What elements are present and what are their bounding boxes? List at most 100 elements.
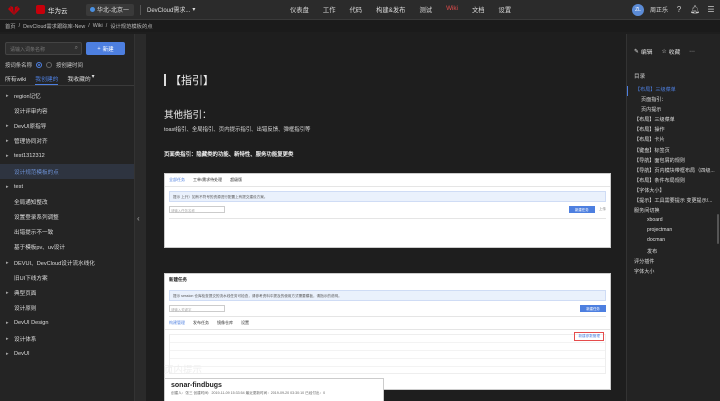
chevron-right-icon[interactable]: ▸ xyxy=(6,93,11,99)
sidebar-item[interactable]: ▸ DevUI xyxy=(0,346,134,361)
sidebar-item[interactable]: ▸ 设计体系 xyxy=(0,331,134,346)
toc-item[interactable]: 评分插件 xyxy=(627,258,720,268)
menu-icon[interactable]: ☰ xyxy=(706,5,716,15)
brand[interactable]: 华为云 xyxy=(36,5,86,15)
chevron-right-icon[interactable]: ▸ xyxy=(6,138,11,144)
sidebar-item[interactable]: ▸ 典型页面 xyxy=(0,285,134,300)
sidebar-item[interactable]: ▸ DevUI原指导 xyxy=(0,118,134,133)
sort-by-name-radio[interactable] xyxy=(35,62,42,68)
sidebar-splitter[interactable]: ‹ xyxy=(134,34,146,401)
search-placeholder: 请输入词条名称 xyxy=(10,47,46,53)
edit-label: 编辑 xyxy=(640,50,653,56)
sidebar-item[interactable]: ▸ test1312312 xyxy=(0,149,134,164)
nav-item[interactable]: 文档 xyxy=(465,5,492,14)
sidebar-item[interactable]: ▸ region记忆 xyxy=(0,88,134,103)
chevron-right-icon[interactable]: ▸ xyxy=(6,336,11,342)
toc-item[interactable]: 字体大小 xyxy=(627,268,720,278)
toc-item[interactable]: 【导航】面包屑的规则 xyxy=(627,157,720,167)
breadcrumb-separator: / xyxy=(105,23,108,29)
edit-button[interactable]: ✎ 编辑 xyxy=(634,47,653,57)
sidebar-item[interactable]: 设计评审内容 xyxy=(0,103,134,118)
toc-item[interactable]: 页内提示 xyxy=(627,106,720,116)
sidebar-tab[interactable]: 我创建的 xyxy=(35,74,59,85)
chevron-right-icon[interactable]: ▸ xyxy=(6,184,11,190)
nav-item[interactable]: 设置 xyxy=(492,5,519,14)
sidebar-item[interactable]: ▸ test xyxy=(0,179,134,194)
sidebar-item[interactable]: ▸ DEVUI、DevCloud设计流水线化 xyxy=(0,255,134,270)
toc-item[interactable]: docman xyxy=(627,237,720,247)
search-input[interactable]: 请输入词条名称 ⌕ xyxy=(5,42,82,55)
sidebar-item-label: 典型页面 xyxy=(14,291,37,298)
toc-item[interactable]: 【布局】卡片 xyxy=(627,136,720,146)
scrollbar[interactable] xyxy=(717,214,719,244)
breadcrumb-item[interactable]: 首页 xyxy=(5,22,16,30)
chevron-right-icon[interactable]: ▸ xyxy=(6,260,11,266)
sidebar-item-label: 设计原则 xyxy=(14,306,37,313)
sidebar-tab[interactable]: 所有wiki xyxy=(5,74,26,85)
sidebar-item[interactable]: ▸ 管理协同对齐 xyxy=(0,134,134,149)
breadcrumb-item[interactable]: Wiki xyxy=(93,23,103,29)
nav-item[interactable]: Wiki xyxy=(439,5,465,14)
avatar[interactable]: ZL xyxy=(631,3,644,16)
chevron-down-icon: ▾ xyxy=(192,7,196,13)
sidebar-item[interactable]: 全局通知整改 xyxy=(0,194,134,209)
toc-item[interactable]: 【布局】条件布局规则 xyxy=(627,177,720,187)
toc-item[interactable]: xboard xyxy=(627,217,720,227)
sidebar-item-label: 设计评审内容 xyxy=(14,108,48,115)
favorite-button[interactable]: ☆ 收藏 xyxy=(661,47,680,57)
sidebar-item[interactable]: 设计原则 xyxy=(0,301,134,316)
chevron-right-icon[interactable]: ▸ xyxy=(6,153,11,159)
sidebar-tab[interactable]: 我收藏的 xyxy=(67,74,90,85)
huawei-logo[interactable] xyxy=(4,4,36,16)
nav-item[interactable]: 测试 xyxy=(412,5,439,14)
nav-item[interactable]: 代码 xyxy=(342,5,369,14)
nav-item[interactable]: 工作 xyxy=(316,5,343,14)
toc-item[interactable]: 【导航】页内模块带框布局（四级... xyxy=(627,167,720,177)
toc-item[interactable]: 【布局】三级菜单 xyxy=(627,116,720,126)
chevron-right-icon[interactable]: ▸ xyxy=(6,351,11,357)
example-info-bar: 提示 session 仓库检查提交的流水线任务可检查，请参考资料中提及的使用方式… xyxy=(169,290,606,301)
breadcrumb-item[interactable]: DevCloud需求跟踪库-New xyxy=(23,22,85,30)
toc-item[interactable]: 【键盘】标签页 xyxy=(627,147,720,157)
toc-item[interactable]: 【布局】三级菜单 xyxy=(627,86,720,97)
toc-item[interactable]: projectman xyxy=(627,227,720,237)
plus-icon: + xyxy=(97,45,101,52)
search-icon[interactable]: ⌕ xyxy=(75,45,78,52)
sidebar-item[interactable]: ▸ DevUI Design xyxy=(0,316,134,331)
toc-item[interactable]: 服务间切换 xyxy=(627,207,720,217)
toc-title: 目录 xyxy=(634,74,646,80)
sidebar-item[interactable]: 旧UI下线方案 xyxy=(0,270,134,285)
sidebar-item[interactable]: 基于模板pv、uv设计 xyxy=(0,240,134,255)
region-selector[interactable]: 华北-北京一 xyxy=(86,3,134,16)
bell-icon[interactable]: 🔔︎ xyxy=(690,5,700,15)
star-icon: ☆ xyxy=(661,48,667,55)
toc-item[interactable]: 【布局】操作 xyxy=(627,126,720,136)
nav-item[interactable]: 构建&发布 xyxy=(369,5,412,14)
sidebar-item[interactable]: 设计规范模板的点 xyxy=(0,163,134,180)
sidebar-item[interactable]: 出错提示不一致 xyxy=(0,225,134,240)
new-button[interactable]: + 新建 xyxy=(86,42,125,55)
sidebar-item[interactable]: 设置登录系列调整 xyxy=(0,210,134,225)
top-bar: 华为云 华北-北京一 DevCloud需求... ▾ 仪表盘 工作 代码 构建&发布测… xyxy=(0,0,720,20)
toc-item[interactable]: 【提示】工具需要提示 变更提示/... xyxy=(627,197,720,207)
chevron-right-icon[interactable]: ▸ xyxy=(6,290,11,296)
breadcrumb-item[interactable]: 设计规范模板的点 xyxy=(110,22,152,30)
chevron-right-icon[interactable]: ▸ xyxy=(6,320,11,326)
sort-by-name-label: 按词条名称 xyxy=(5,63,32,69)
example-highlight: 新建参数管理 xyxy=(574,332,604,341)
toc-item[interactable]: 发布 xyxy=(627,248,720,258)
collapse-icon[interactable]: ‹ xyxy=(137,214,140,223)
example-title: sonar-findbugs xyxy=(171,382,222,389)
more-icon[interactable]: ⋯ xyxy=(689,47,695,56)
chevron-down-icon[interactable]: ▾ xyxy=(92,74,95,85)
toc-panel: ✎ 编辑 ☆ 收藏 ⋯ 目录 【布局】三级菜单 页面指引： 页内提示 【布局】三级菜单 【布… xyxy=(626,34,720,401)
chevron-right-icon[interactable]: ▸ xyxy=(6,123,11,129)
other-heading: 其他指引： xyxy=(164,110,212,121)
sort-by-time-radio[interactable] xyxy=(45,62,52,68)
help-icon[interactable]: ? xyxy=(674,5,684,15)
nav-item[interactable]: 仪表盘 xyxy=(283,5,316,14)
toc-item[interactable]: 【字体大小】 xyxy=(627,187,720,197)
toc-item[interactable]: 页面指引： xyxy=(627,96,720,106)
user-name[interactable]: 周正乐 xyxy=(650,5,668,14)
project-selector[interactable]: DevCloud需求... ▾ xyxy=(147,5,205,14)
